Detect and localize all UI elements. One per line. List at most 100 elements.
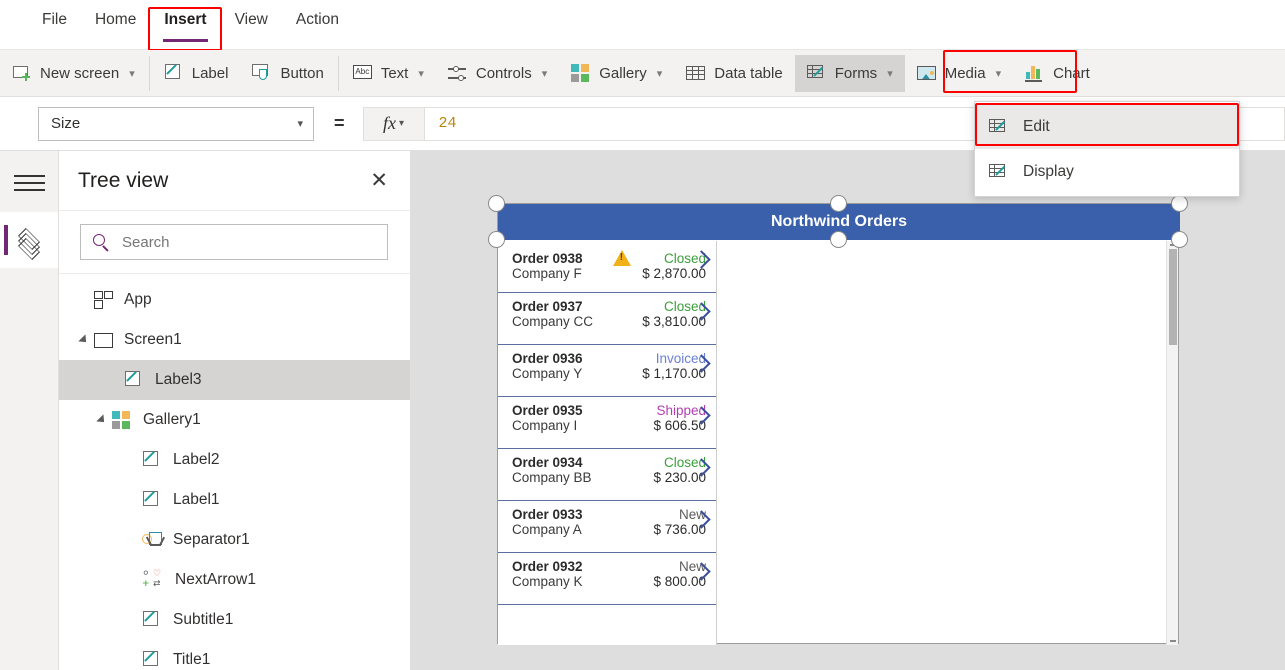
order-id: Order 0935 — [512, 403, 583, 418]
power-apps-studio: File Home Insert View Action New screen … — [0, 0, 1285, 670]
next-arrow-icon: ⚪ ♡ + ⇄ — [142, 569, 162, 589]
gallery-item-list[interactable]: Order 0938 Closed Company F $ 2,870.00 O… — [498, 241, 717, 645]
chart-icon — [1025, 64, 1045, 82]
tree-item-label: Label1 — [173, 491, 220, 508]
menu-item-label: File — [42, 11, 67, 28]
menu-item-home[interactable]: Home — [81, 3, 150, 49]
selection-handle-top-center[interactable] — [830, 195, 847, 212]
scrollbar-thumb[interactable] — [1169, 249, 1177, 345]
ribbon-data-table-button[interactable]: Data table — [674, 55, 794, 92]
data-table-icon — [686, 64, 706, 82]
order-amount: $ 2,870.00 — [642, 266, 706, 281]
tree-item-label3[interactable]: Label3 — [59, 360, 410, 400]
gallery-icon — [112, 411, 132, 429]
rail-item-tree-view[interactable] — [0, 212, 58, 268]
menu-option-edit[interactable]: Edit — [975, 104, 1239, 149]
screen-icon — [94, 332, 113, 348]
close-icon[interactable]: ✕ — [370, 170, 388, 191]
menu-item-file[interactable]: File — [28, 3, 81, 49]
label-icon — [142, 451, 162, 469]
tree-item-subtitle1[interactable]: Subtitle1 — [59, 600, 410, 640]
expander-icon — [126, 574, 137, 585]
fx-icon: fx — [383, 113, 396, 133]
selection-handle-mid-left[interactable] — [488, 231, 505, 248]
tree-item-label2[interactable]: Label2 — [59, 440, 410, 480]
ribbon-media-button[interactable]: Media ▾ — [905, 55, 1013, 92]
tree-item-gallery1[interactable]: Gallery1 — [59, 400, 410, 440]
order-id: Order 0937 — [512, 299, 583, 314]
menu-item-label: Insert — [164, 11, 207, 28]
gallery-item[interactable]: Order 0936 Invoiced Company Y $ 1,170.00 — [498, 345, 716, 397]
selection-handle-top-left[interactable] — [488, 195, 505, 212]
left-rail — [0, 151, 59, 670]
layers-icon — [16, 229, 42, 251]
expander-icon[interactable] — [96, 414, 108, 426]
ribbon-button-button[interactable]: Button — [240, 55, 335, 92]
tree-item-label: Subtitle1 — [173, 611, 234, 628]
forms-icon — [989, 118, 1009, 136]
button-icon — [252, 64, 272, 82]
company-name: Company CC — [512, 314, 594, 329]
gallery-item[interactable]: Order 0933 New Company A $ 736.00 — [498, 501, 716, 553]
forms-dropdown-menu[interactable]: Edit Display — [974, 101, 1240, 197]
tree-item-label: Separator1 — [173, 531, 250, 548]
ribbon-chart-button[interactable]: Chart — [1013, 55, 1102, 92]
tree-item-label: Gallery1 — [143, 411, 201, 428]
active-indicator — [4, 225, 8, 255]
expander-icon — [126, 654, 137, 665]
search-icon — [93, 233, 110, 251]
tree-item-nextarrow1[interactable]: ⚪ ♡ + ⇄ NextArrow1 — [59, 560, 410, 600]
expander-icon — [126, 494, 137, 505]
gallery-item[interactable]: Order 0935 Shipped Company I $ 606.50 — [498, 397, 716, 449]
property-selector[interactable]: Size ▾ — [38, 106, 314, 141]
menu-item-action[interactable]: Action — [282, 3, 353, 49]
tree-item-app[interactable]: App — [59, 280, 410, 320]
chevron-down-icon: ▾ — [129, 67, 135, 80]
ribbon-controls-button[interactable]: Controls ▾ — [436, 55, 559, 92]
ribbon-text-button[interactable]: Abc Text ▾ — [341, 55, 436, 92]
expander-icon[interactable] — [78, 334, 90, 346]
tree-item-label: Label3 — [155, 371, 202, 388]
gallery-item[interactable]: Order 0938 Closed Company F $ 2,870.00 — [498, 241, 716, 293]
ribbon-item-label: Chart — [1053, 64, 1090, 82]
ribbon-divider — [337, 55, 339, 91]
ribbon-label-button[interactable]: Label — [152, 55, 241, 92]
order-id: Order 0933 — [512, 507, 583, 522]
tree-item-label1[interactable]: Label1 — [59, 480, 410, 520]
menu-item-insert[interactable]: Insert — [150, 3, 220, 49]
ribbon-item-label: Data table — [714, 64, 783, 82]
gallery-item[interactable]: Order 0932 New Company K $ 800.00 — [498, 553, 716, 605]
selection-handle-mid-center[interactable] — [830, 231, 847, 248]
gallery-scrollbar[interactable] — [1166, 241, 1178, 645]
fx-button[interactable]: fx ▾ — [362, 106, 425, 141]
selection-handle-top-right[interactable] — [1171, 195, 1188, 212]
ribbon-item-label: Label — [191, 64, 229, 82]
tree-item-screen1[interactable]: Screen1 — [59, 320, 410, 360]
expander-icon — [78, 294, 89, 305]
selection-handle-mid-right[interactable] — [1171, 231, 1188, 248]
gallery-control[interactable]: Northwind Orders Order 0938 Closed Compa… — [497, 203, 1180, 645]
chevron-down-icon: ▾ — [418, 67, 424, 80]
label-icon — [142, 611, 162, 629]
gallery-item[interactable]: Order 0934 Closed Company BB $ 230.00 — [498, 449, 716, 501]
order-id: Order 0934 — [512, 455, 583, 470]
tree-item-title1[interactable]: Title1 — [59, 640, 410, 670]
app-canvas[interactable]: Northwind Orders Order 0938 Closed Compa… — [411, 151, 1285, 670]
tree-item-label: App — [124, 291, 152, 308]
tree-item-label: Screen1 — [124, 331, 182, 348]
menu-option-display[interactable]: Display — [975, 149, 1239, 194]
property-selector-value: Size — [51, 115, 81, 132]
chevron-down-icon: ▾ — [399, 118, 405, 129]
scroll-down-icon[interactable] — [1170, 640, 1176, 642]
menu-item-label: Action — [295, 11, 339, 28]
ribbon-gallery-button[interactable]: Gallery ▾ — [559, 55, 674, 92]
hamburger-menu-icon[interactable] — [14, 171, 45, 193]
gallery-item[interactable]: Order 0937 Closed Company CC $ 3,810.00 — [498, 293, 716, 345]
menu-item-view[interactable]: View — [221, 3, 282, 49]
chevron-down-icon: ▾ — [995, 67, 1002, 80]
tree-item-separator1[interactable]: Separator1 — [59, 520, 410, 560]
ribbon-item-label: Controls — [475, 64, 532, 82]
search-input[interactable]: Search — [80, 224, 388, 260]
ribbon-new-screen-button[interactable]: New screen ▾ — [0, 55, 147, 92]
ribbon-forms-button[interactable]: Forms ▾ — [794, 54, 905, 92]
